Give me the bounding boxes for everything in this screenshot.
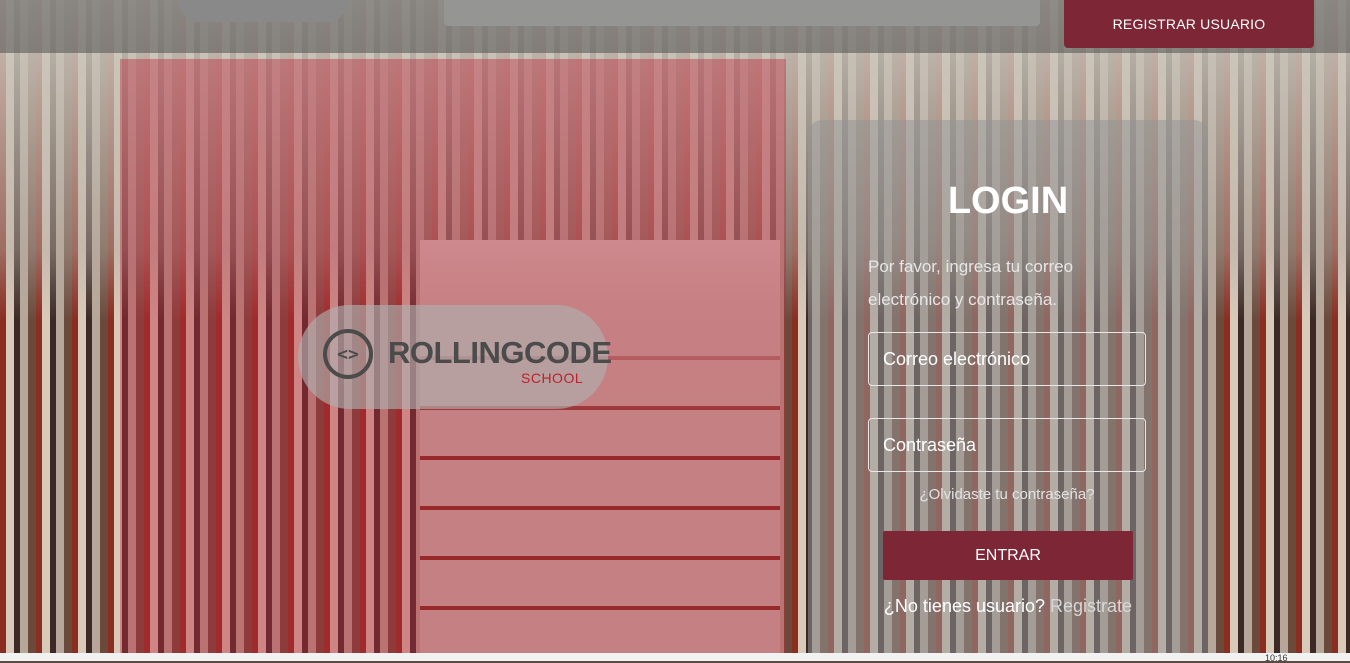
taskbar [0, 653, 1350, 661]
email-field[interactable] [868, 332, 1146, 386]
login-description: Por favor, ingresa tu correo electrónico… [868, 257, 1074, 309]
no-account-row: ¿No tienes usuario? Registrate [808, 596, 1208, 617]
logo-subtitle: SCHOOL [521, 370, 584, 386]
code-brackets-icon: <> [323, 329, 373, 379]
no-account-text: ¿No tienes usuario? [883, 596, 1046, 616]
logo-name: ROLLINGCODE [388, 335, 612, 370]
register-user-button[interactable]: REGISTRAR USUARIO [1064, 0, 1314, 48]
login-title: LOGIN [947, 180, 1069, 222]
forgot-password-link[interactable]: ¿Olvidaste tu contraseña? [868, 486, 1146, 503]
taskbar-clock: 10:16 [1265, 653, 1288, 663]
login-submit-button[interactable]: ENTRAR [883, 531, 1133, 580]
password-field[interactable] [868, 418, 1146, 472]
register-link[interactable]: Registrate [1050, 596, 1132, 616]
